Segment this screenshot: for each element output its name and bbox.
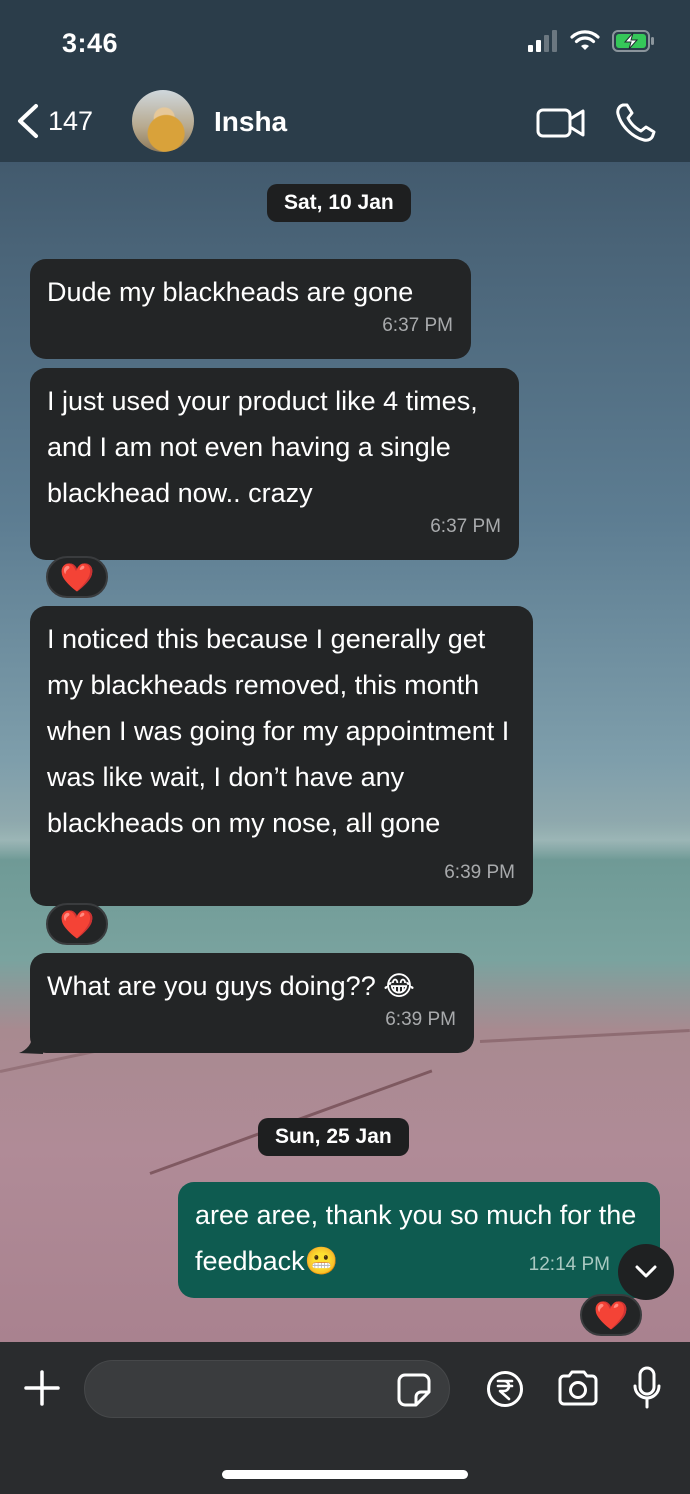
plus-icon [24, 1370, 60, 1406]
message-time: 6:37 PM [430, 516, 501, 537]
attach-button[interactable] [22, 1368, 62, 1413]
date-chip: Sat, 10 Jan [267, 184, 411, 222]
message-reaction[interactable]: ❤️ [46, 903, 108, 945]
chevron-left-icon [18, 104, 38, 138]
camera-icon [558, 1370, 598, 1406]
video-call-button[interactable] [536, 106, 586, 145]
status-bar: 3:46 [0, 0, 690, 90]
battery-charging-icon [612, 30, 654, 52]
incoming-message[interactable]: Dude my blackheads are gone 6:37 PM [30, 259, 471, 359]
incoming-message[interactable]: I noticed this because I generally get m… [30, 606, 533, 906]
video-camera-icon [536, 108, 585, 138]
chat-header: 147 Insha [0, 90, 690, 162]
contact-avatar[interactable] [132, 90, 194, 152]
message-text: I noticed this because I generally get m… [47, 624, 510, 838]
cellular-signal-icon [528, 30, 557, 52]
message-time: 6:39 PM [444, 862, 515, 883]
unread-count: 147 [48, 105, 94, 136]
message-text: I just used your product like 4 times, a… [47, 386, 478, 508]
heart-reaction: ❤️ [59, 560, 95, 594]
bubble-tail [19, 1034, 43, 1054]
sticker-button[interactable] [396, 1372, 432, 1413]
heart-reaction: ❤️ [59, 907, 95, 941]
chevron-down-icon [635, 1265, 657, 1278]
sticker-icon [397, 1373, 431, 1407]
heart-reaction: ❤️ [593, 1298, 629, 1332]
rupee-icon [487, 1371, 523, 1407]
voice-message-button[interactable] [632, 1366, 662, 1415]
payment-button[interactable] [486, 1370, 524, 1413]
message-input[interactable] [103, 1361, 393, 1417]
message-composer [0, 1342, 690, 1494]
message-time: 6:39 PM [385, 1009, 456, 1030]
phone-icon [616, 103, 656, 142]
home-indicator [222, 1470, 468, 1479]
outgoing-message[interactable]: aree aree, thank you so much for the fee… [178, 1182, 660, 1298]
message-time: 12:14 PM [528, 1254, 610, 1275]
wifi-icon [570, 30, 600, 50]
incoming-message[interactable]: I just used your product like 4 times, a… [30, 368, 519, 560]
message-reaction[interactable]: ❤️ [580, 1294, 642, 1336]
scroll-to-bottom-button[interactable] [618, 1244, 674, 1300]
message-time: 6:37 PM [382, 315, 453, 336]
message-reaction[interactable]: ❤️ [46, 556, 108, 598]
contact-name[interactable]: Insha [214, 106, 287, 138]
microphone-icon [633, 1366, 661, 1409]
wallpaper-streak [479, 1029, 690, 1043]
voice-call-button[interactable] [614, 102, 658, 149]
incoming-message[interactable]: What are you guys doing?? 😂 6:39 PM [30, 953, 474, 1053]
back-button[interactable]: 147 [14, 102, 93, 140]
date-chip: Sun, 25 Jan [258, 1118, 409, 1156]
status-time: 3:46 [62, 28, 119, 58]
status-icons [528, 30, 656, 52]
camera-button[interactable] [556, 1370, 600, 1411]
